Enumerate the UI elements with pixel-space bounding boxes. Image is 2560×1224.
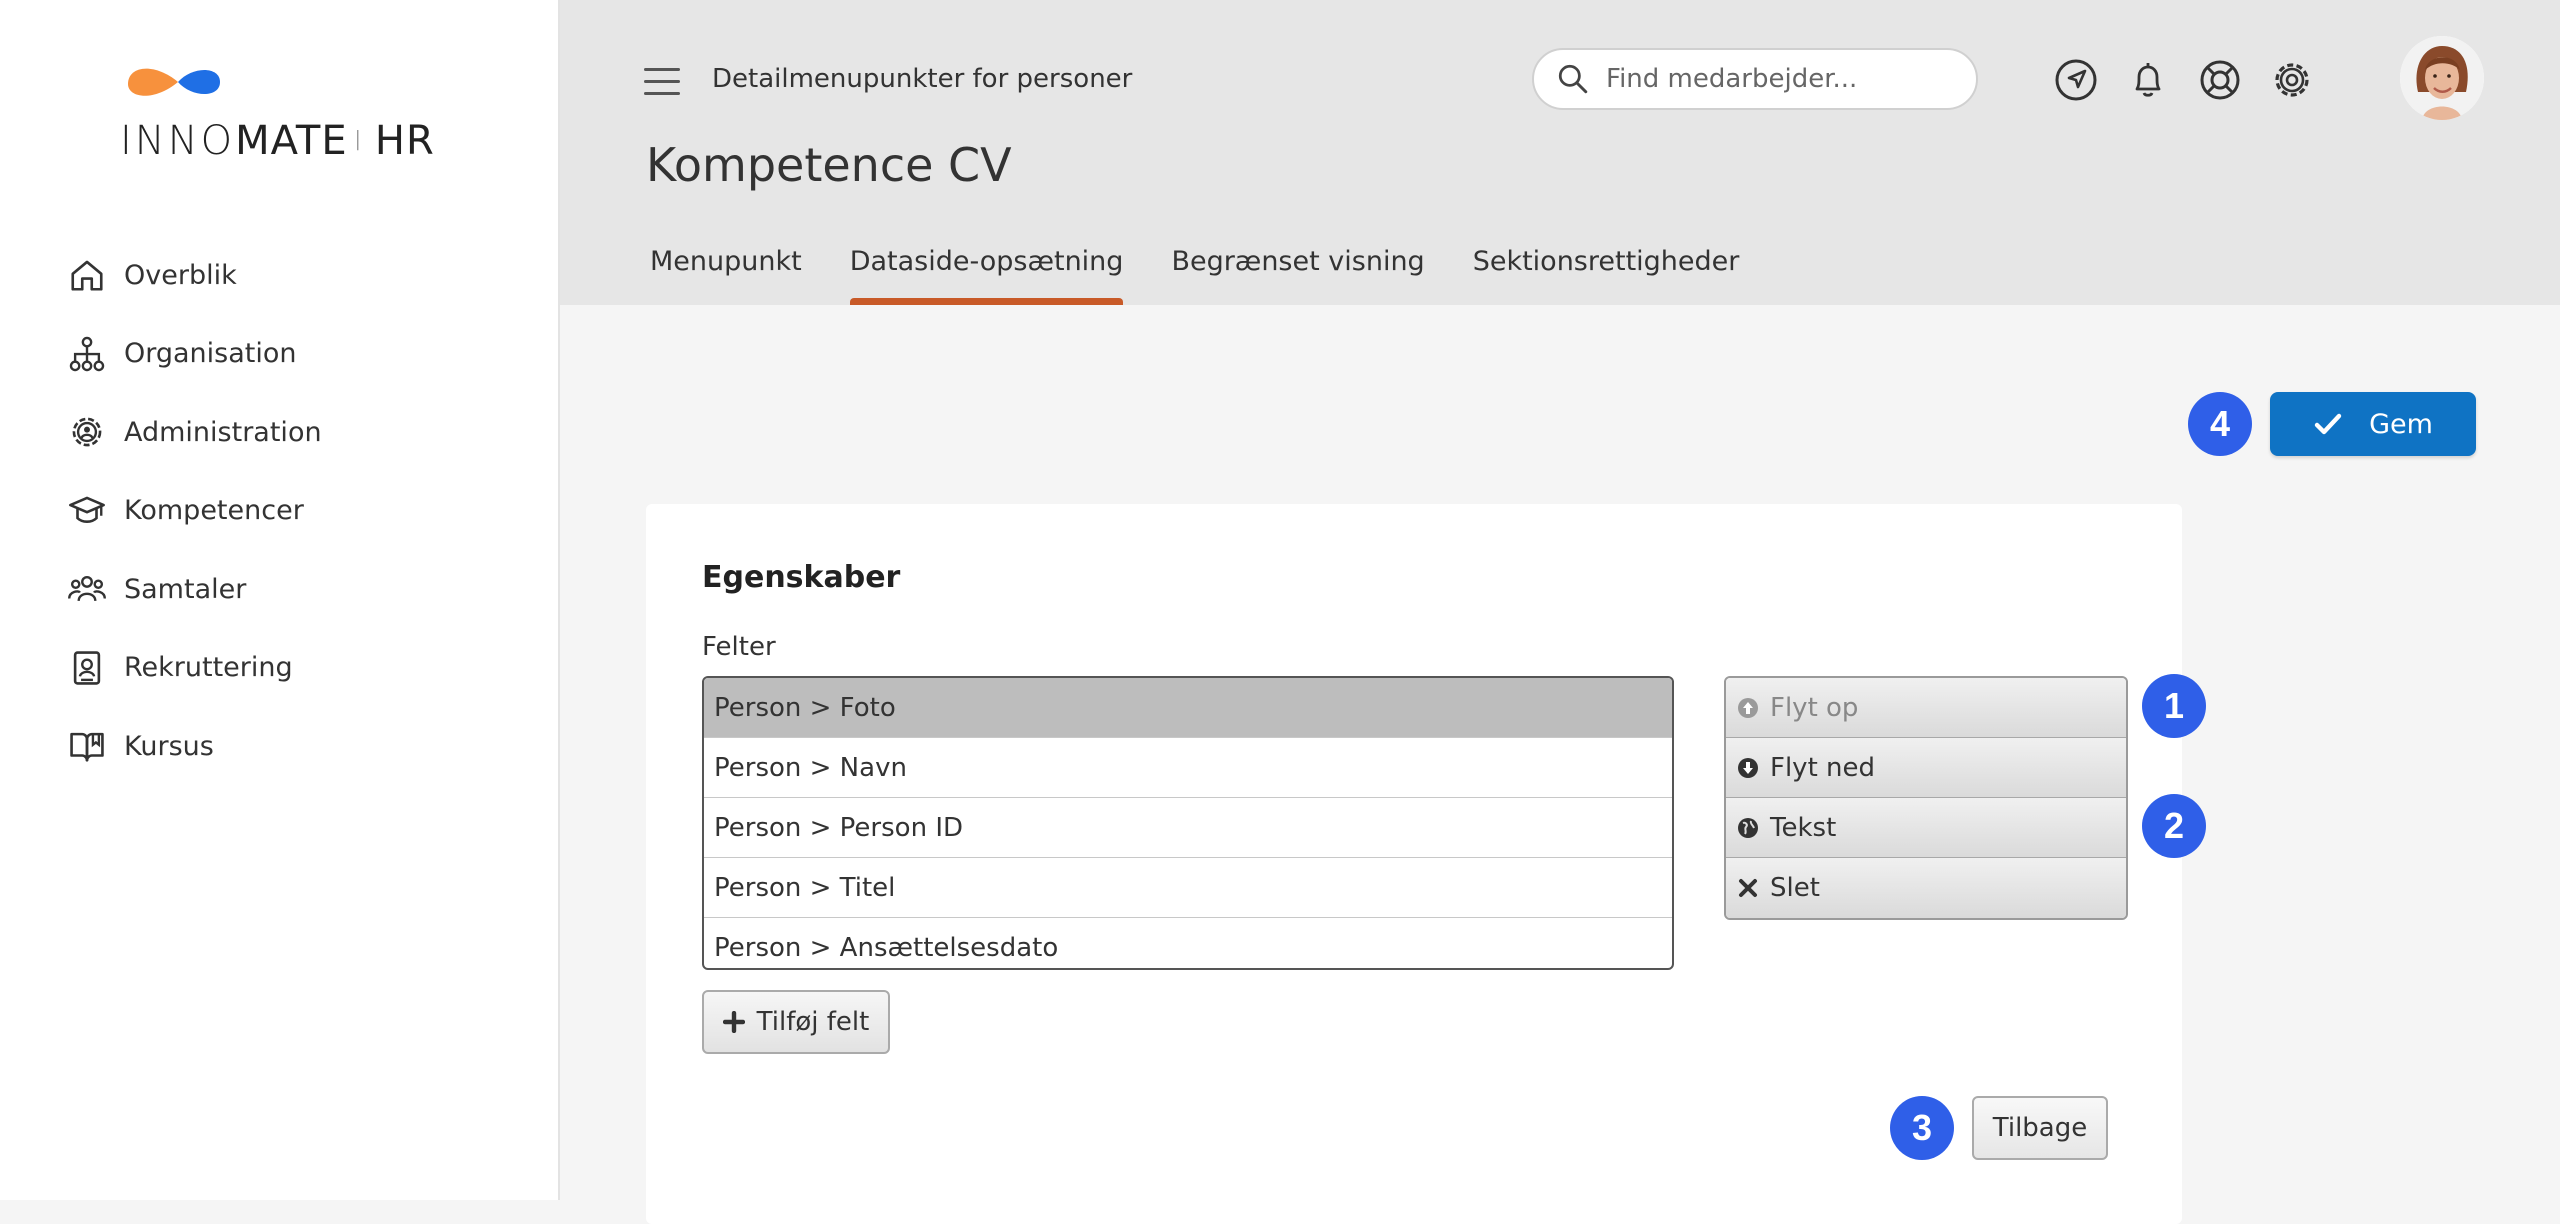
sidebar: INNOMATE I HR Overblik Organisation Admini… [0,0,560,1200]
x-icon [1739,879,1757,897]
logo-infinity-icon [128,68,220,96]
tab-dataside-opsaetning[interactable]: Dataside-opsætning [849,246,1123,305]
home-icon [71,260,103,291]
sidebar-item-organisation[interactable]: Organisation [68,315,322,394]
logo-separator: I [353,124,365,157]
logo-part-mate: MATE [235,118,348,164]
user-avatar-image [2400,36,2484,120]
sidebar-item-label: Samtaler [124,573,247,605]
list-item[interactable]: Person > Person ID [704,798,1672,858]
step-badge-2: 2 [2142,794,2206,858]
breadcrumb: Detailmenupunkter for personer [712,64,1133,94]
fields-list[interactable]: Person > Foto Person > Navn Person > Per… [702,676,1674,970]
step-badge-3: 3 [1890,1096,1954,1160]
list-item[interactable]: Person > Navn [704,738,1672,798]
help-lifebuoy-icon[interactable] [2198,58,2242,102]
move-down-button[interactable]: Flyt ned [1726,738,2126,798]
sidebar-item-label: Overblik [124,259,237,291]
move-up-label: Flyt op [1770,692,1859,723]
save-button[interactable]: Gem [2270,392,2476,456]
sidebar-item-overblik[interactable]: Overblik [68,236,322,315]
step-badge-1: 1 [2142,674,2206,738]
text-label: Tekst [1770,812,1837,843]
add-field-button[interactable]: Tilføj felt [702,990,890,1054]
sidebar-item-rekruttering[interactable]: Rekruttering [68,629,322,708]
sidebar-nav: Overblik Organisation Administration Kom… [68,236,322,786]
tab-sektionsrettigheder[interactable]: Sektionsrettigheder [1473,246,1740,305]
text-button[interactable]: Tekst [1726,798,2126,858]
sidebar-item-label: Kompetencer [124,495,304,527]
list-item[interactable]: Person > Titel [704,858,1672,918]
book-icon [70,733,104,762]
innomate-hr-logo[interactable]: INNOMATE I HR [120,58,450,168]
people-icon [68,576,106,602]
navigation-icon[interactable] [2054,58,2098,102]
arrow-up-circle-icon [1738,697,1758,718]
sidebar-item-administration[interactable]: Administration [68,393,322,472]
add-field-label: Tilføj felt [756,1007,870,1037]
sidebar-item-label: Organisation [124,338,297,370]
move-up-button[interactable]: Flyt op [1726,678,2126,738]
sidebar-item-label: Kursus [124,730,214,762]
bell-icon[interactable] [2126,58,2170,102]
logo-part-inno: INNO [120,118,236,164]
search-icon [1558,64,1588,94]
sidebar-item-samtaler[interactable]: Samtaler [68,550,322,629]
sidebar-item-kursus[interactable]: Kursus [68,707,322,786]
move-down-label: Flyt ned [1770,752,1876,783]
settings-icon[interactable] [2270,58,2314,102]
search-input[interactable] [1604,63,1948,95]
plus-icon [722,1011,745,1033]
graduation-cap-icon [69,496,105,523]
page-title: Kompetence CV [646,138,1012,192]
card-title: Egenskaber [702,560,901,595]
search-box[interactable] [1532,48,1978,110]
sidebar-item-label: Administration [124,416,322,448]
globe-icon [1738,817,1758,838]
save-button-label: Gem [2369,408,2433,440]
sidebar-item-label: Rekruttering [124,652,293,684]
checkmark-icon [2314,413,2342,435]
sidebar-item-kompetencer[interactable]: Kompetencer [68,472,322,551]
page-header: Detailmenupunkter for personer Kompetenc… [560,0,2560,305]
list-item[interactable]: Person > Foto [704,678,1672,738]
field-actions: Flyt op Flyt ned Tekst Slet [1724,676,2128,920]
logo-part-hr: HR [374,118,435,164]
id-card-icon [73,651,101,685]
arrow-down-circle-icon [1738,757,1758,778]
properties-card: Egenskaber Felter Person > Foto Person >… [646,504,2206,1224]
step-badge-4: 4 [2188,392,2252,456]
delete-button[interactable]: Slet [1726,858,2126,918]
delete-label: Slet [1770,873,1820,903]
list-item[interactable]: Person > Ansættelsesdato [704,918,1672,968]
user-avatar[interactable] [2400,36,2484,120]
back-button[interactable]: Tilbage [1972,1096,2108,1160]
tab-bar: Menupunkt Dataside-opsætning Begrænset v… [650,246,1787,305]
tab-menupunkt[interactable]: Menupunkt [650,246,802,305]
logo-text: INNOMATE I HR [120,118,435,164]
fields-label: Felter [702,632,776,662]
gear-user-icon [72,417,102,447]
org-chart-icon [69,336,105,371]
tab-begraenset-visning[interactable]: Begrænset visning [1171,246,1424,305]
hamburger-menu-icon[interactable] [644,68,680,96]
